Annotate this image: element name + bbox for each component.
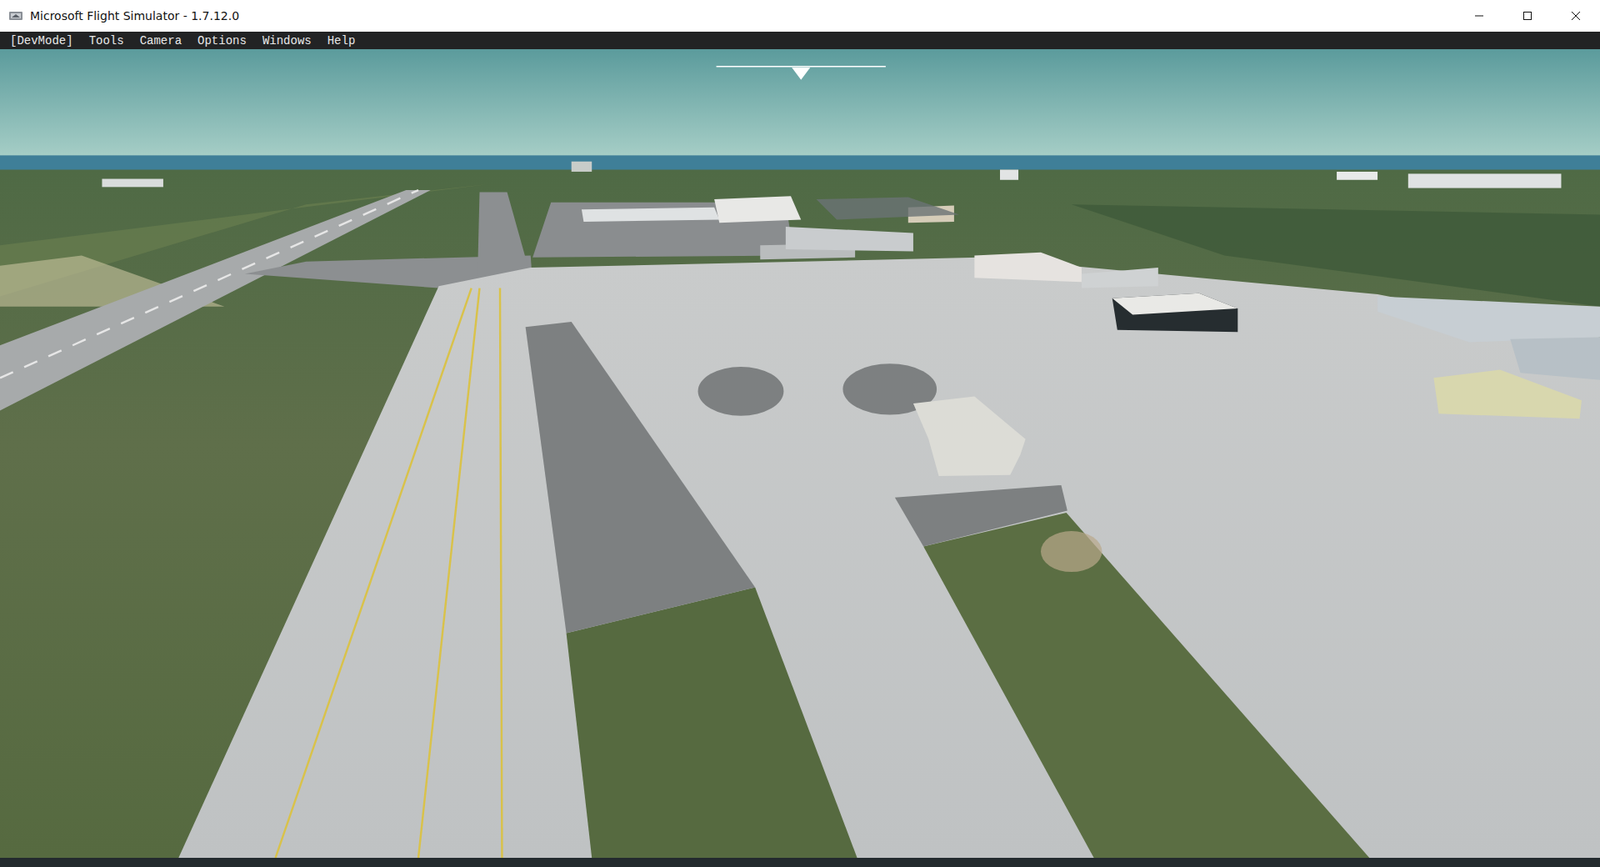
menu-item[interactable]: Help (327, 33, 356, 49)
apron (178, 257, 1600, 858)
runway (0, 190, 431, 411)
menu-item[interactable]: Camera (140, 33, 182, 49)
scene-drawing (0, 49, 1600, 858)
close-icon (1570, 10, 1581, 21)
menu-item[interactable]: Windows (262, 33, 312, 49)
hangar (913, 395, 1026, 476)
maximize-icon (1522, 10, 1533, 21)
window-controls (1455, 0, 1600, 32)
minimize-icon (1474, 10, 1485, 21)
menu-item[interactable]: [DevMode] (10, 33, 74, 49)
status-strip (0, 857, 1600, 867)
minimize-button[interactable] (1455, 0, 1504, 32)
land (0, 170, 1600, 858)
menu-item[interactable]: Tools (89, 33, 125, 49)
window-title: Microsoft Flight Simulator - 1.7.12.0 (30, 9, 1455, 23)
app-window: Microsoft Flight Simulator - 1.7.12.0 [De… (0, 0, 1600, 867)
game-view[interactable] (0, 49, 1600, 858)
app-icon (8, 10, 24, 22)
menu-bar: [DevMode] Tools Camera Options Windows Help (0, 31, 1600, 50)
title-bar: Microsoft Flight Simulator - 1.7.12.0 (0, 0, 1600, 32)
maximize-button[interactable] (1503, 0, 1552, 32)
close-button[interactable] (1551, 0, 1600, 32)
menu-item[interactable]: Options (197, 33, 247, 49)
heading-indicator (716, 65, 886, 67)
sky (0, 49, 1600, 162)
